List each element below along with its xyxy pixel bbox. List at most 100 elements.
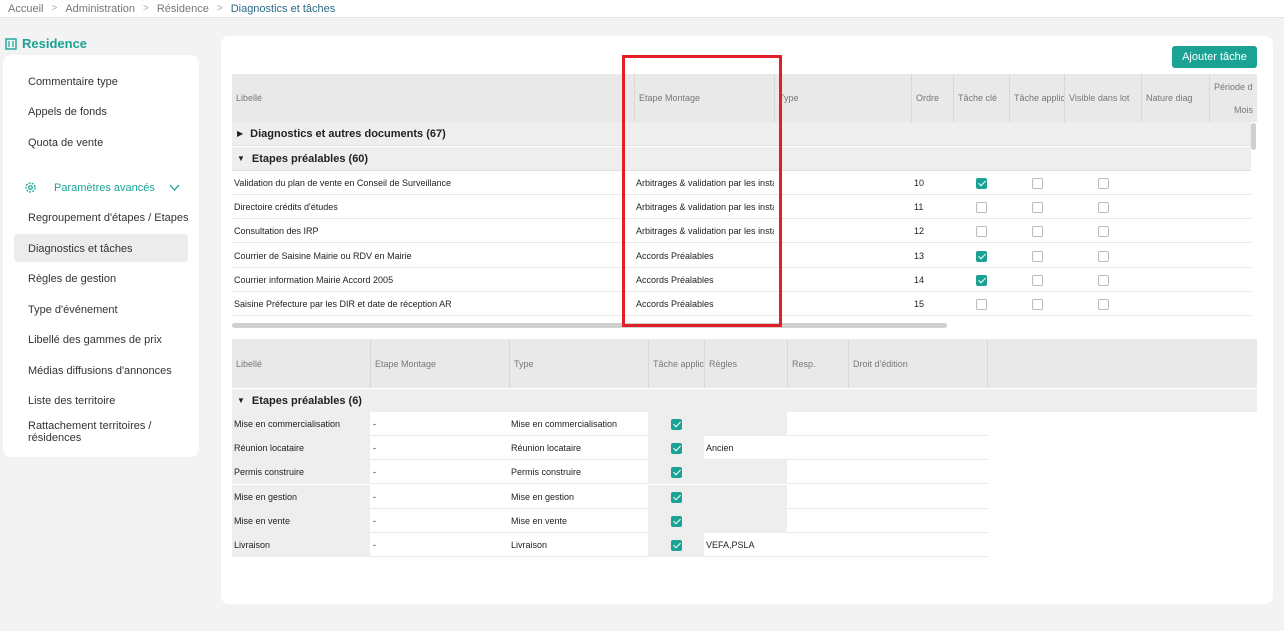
cell-libelle: Courrier de Saisine Mairie ou RDV en Mai… [234,251,412,261]
cell-type: Mise en gestion [511,492,575,502]
checkbox-visible-lot[interactable] [1098,202,1109,213]
col-libelle[interactable]: Libellé [232,74,634,122]
col2-type[interactable]: Type [509,339,648,388]
checkbox-tache-applicable[interactable] [671,492,682,503]
cell-etape: - [373,419,376,429]
checkbox-tache-cle[interactable] [976,178,987,189]
col2-empty [987,339,1257,388]
table-row[interactable]: Mise en commercialisation - Mise en comm… [232,412,988,436]
sidebar-item-commentaire-type[interactable]: Commentaire type [28,76,118,88]
checkbox-tache-applicable[interactable] [1032,226,1043,237]
cell-type: Réunion locataire [511,443,582,453]
chevron-down-icon [169,184,180,191]
table-row[interactable]: Mise en vente - Mise en vente [232,509,988,533]
breadcrumb-accueil[interactable]: Accueil [8,3,43,15]
breadcrumb-administration[interactable]: Administration [65,3,135,15]
sidebar-item-regroupement[interactable]: Regroupement d'étapes / Etapes [28,212,188,224]
cell-libelle: Mise en vente [234,516,291,526]
cell-ordre: 14 [914,275,925,285]
checkbox-tache-cle[interactable] [976,226,987,237]
cell-libelle: Mise en commercialisation [234,419,341,429]
checkbox-visible-lot[interactable] [1098,178,1109,189]
cell-libelle: Validation du plan de vente en Conseil d… [234,178,451,188]
checkbox-visible-lot[interactable] [1098,275,1109,286]
checkbox-tache-cle[interactable] [976,299,987,310]
vertical-scrollbar[interactable] [1251,123,1256,150]
cell-regles: VEFA,PSLA [706,540,755,550]
sidebar-item-territoires[interactable]: Liste des territoire [28,395,115,407]
col-visible-lot[interactable]: Visible dans lot [1064,74,1141,122]
chevron-right-icon: > [51,3,58,14]
sidebar-item-rattachement[interactable]: Rattachement territoires / résidences [28,420,152,444]
cell-type: Livraison [511,540,548,550]
sidebar-item-medias[interactable]: Médias diffusions d'annonces [28,365,172,377]
table-row[interactable]: Mise en gestion - Mise en gestion [232,485,988,509]
group2-etapes-prealables[interactable]: ▼ Etapes préalables (6) [232,389,1257,412]
col-periode[interactable]: Période d Mois [1209,74,1257,122]
col2-libelle[interactable]: Libellé [232,339,370,388]
cell-etape: - [373,540,376,550]
col2-droit-edition[interactable]: Droit d'édition [848,339,987,388]
cell-libelle: Livraison [234,540,271,550]
sidebar-advanced-params[interactable]: Paramètres avancés [24,181,180,194]
checkbox-tache-cle[interactable] [976,251,987,262]
rattachement-line2: résidences [28,432,82,444]
checkbox-tache-applicable[interactable] [1032,299,1043,310]
col-periode-label: Période d [1214,82,1253,92]
highlight-box-etape-montage [622,55,782,327]
checkbox-tache-applicable[interactable] [671,516,682,527]
advanced-params-label: Paramètres avancés [54,181,155,194]
checkbox-tache-applicable[interactable] [671,540,682,551]
chevron-right-icon: > [143,3,149,14]
col-type[interactable]: Type [774,74,911,122]
col2-regles[interactable]: Règles [704,339,787,388]
cell-etape: - [373,467,376,477]
cell-libelle: Consultation des IRP [234,226,319,236]
sidebar-item-gammes-prix[interactable]: Libellé des gammes de prix [28,334,162,346]
breadcrumb-residence[interactable]: Résidence [157,3,209,15]
table-row[interactable]: Réunion locataire - Réunion locataire An… [232,436,988,460]
col-nature-diag[interactable]: Nature diag [1141,74,1209,122]
cell-libelle: Réunion locataire [234,443,305,453]
cell-ordre: 11 [914,202,924,212]
table-row[interactable]: Permis construire - Permis construire [232,460,988,484]
checkbox-visible-lot[interactable] [1098,226,1109,237]
checkbox-tache-applicable[interactable] [671,419,682,430]
caret-right-icon: ▶ [237,129,244,138]
sidebar-item-type-evenement[interactable]: Type d'événement [28,304,118,316]
table2-header: Libellé Etape Montage Type Tâche applic … [232,339,1257,388]
cell-ordre: 13 [914,251,925,261]
checkbox-tache-cle[interactable] [976,275,987,286]
col-mois-label: Mois [1234,105,1254,115]
sidebar-item-diagnostics[interactable]: Diagnostics et tâches [28,243,133,255]
horizontal-scrollbar[interactable] [232,323,947,328]
col-tache-applicable[interactable]: Tâche applic [1009,74,1064,122]
col2-etape-montage[interactable]: Etape Montage [370,339,509,388]
sidebar-item-appels-de-fonds[interactable]: Appels de fonds [28,106,107,118]
cell-ordre: 15 [914,299,925,309]
checkbox-tache-applicable[interactable] [1032,178,1043,189]
cell-etape: - [373,516,376,526]
breadcrumb: Accueil > Administration > Résidence > D… [0,0,1284,18]
checkbox-visible-lot[interactable] [1098,299,1109,310]
add-task-button[interactable]: Ajouter tâche [1172,46,1257,68]
checkbox-tache-applicable[interactable] [1032,275,1043,286]
building-icon [5,37,17,50]
col-tache-cle[interactable]: Tâche clé [953,74,1009,122]
table-row[interactable]: Livraison - Livraison VEFA,PSLA [232,533,988,557]
checkbox-visible-lot[interactable] [1098,251,1109,262]
checkbox-tache-applicable[interactable] [671,467,682,478]
caret-down-icon: ▼ [237,154,245,163]
breadcrumb-current: Diagnostics et tâches [230,2,336,15]
checkbox-tache-applicable[interactable] [671,443,682,454]
sidebar-item-quota-de-vente[interactable]: Quota de vente [28,137,103,149]
sidebar-title: Residence [5,36,87,51]
col2-resp[interactable]: Resp. [787,339,848,388]
col2-tache-applicable[interactable]: Tâche applic [648,339,704,388]
cell-regles: Ancien [706,443,734,453]
sidebar-item-regles-gestion[interactable]: Règles de gestion [28,273,116,285]
checkbox-tache-applicable[interactable] [1032,251,1043,262]
checkbox-tache-cle[interactable] [976,202,987,213]
col-ordre[interactable]: Ordre [911,74,953,122]
checkbox-tache-applicable[interactable] [1032,202,1043,213]
